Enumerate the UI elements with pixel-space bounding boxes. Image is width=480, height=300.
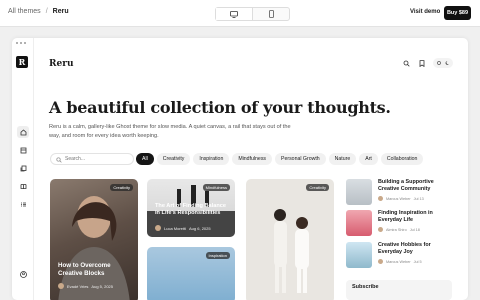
window-dots	[16, 42, 26, 44]
subscribe-box[interactable]: Subscribe	[346, 280, 452, 300]
avatar	[378, 227, 383, 232]
sidebar-post-date: Jul 5	[413, 259, 422, 264]
sidebar-post-title: Building a Supportive Creative Community	[378, 179, 434, 192]
preview-topbar: All themes / Reru Visit demo Buy $89	[0, 0, 480, 27]
filter-chip-mindfulness[interactable]: Mindfulness	[232, 153, 273, 165]
mobile-view-button[interactable]	[253, 8, 289, 20]
post-card-image	[274, 209, 309, 293]
card-date: Aug 5, 2025	[91, 283, 113, 289]
home-icon	[20, 123, 27, 141]
sidebar-post-author: Almira Shiro	[386, 227, 407, 232]
visit-demo-link[interactable]: Visit demo	[410, 9, 440, 15]
post-card[interactable]: Mindfulness The Art of Finding Balance i…	[147, 179, 235, 237]
post-card[interactable]: Creativity	[246, 179, 334, 300]
post-thumbnail	[346, 210, 372, 236]
mobile-icon	[268, 5, 274, 23]
rail-home-button[interactable]	[17, 126, 29, 138]
avatar	[378, 196, 383, 201]
sidebar-post-meta: Marcus Weber Jul 13	[378, 196, 454, 201]
card-tag: Creativity	[306, 184, 329, 191]
card-tag: Mindfulness	[202, 184, 230, 191]
sidebar-post-title: Finding Inspiration in Everyday Life	[378, 210, 433, 223]
post-card-image	[58, 196, 130, 300]
search-field[interactable]	[50, 153, 134, 165]
avatar	[155, 225, 161, 231]
avatar	[58, 283, 64, 289]
card-date: Aug 6, 2025	[189, 225, 211, 231]
rail-list-button[interactable]	[17, 198, 29, 210]
card-tag: Creativity	[110, 184, 133, 191]
intro-text: Reru is a calm, gallery-like Ghost theme…	[49, 124, 291, 139]
post-thumbnail	[346, 179, 372, 205]
sidebar-post-date: Jul 13	[413, 196, 424, 201]
user-icon	[19, 265, 27, 283]
side-rail: R	[12, 38, 34, 300]
card-meta: Evadé Vries Aug 5, 2025	[58, 283, 113, 289]
sidebar-post-meta: Almira Shiro Jul 18	[378, 227, 454, 232]
sidebar-post-author: Marcus Weber	[386, 196, 411, 201]
copy-icon	[20, 159, 27, 177]
site-logo[interactable]: R	[16, 56, 28, 68]
search-icon[interactable]	[401, 58, 411, 68]
sidebar-post-meta: Marcus Weber Jul 5	[378, 259, 454, 264]
filter-chip-art[interactable]: Art	[359, 153, 378, 165]
header-actions	[401, 58, 453, 68]
breadcrumb-all-themes[interactable]: All themes	[8, 8, 41, 15]
desktop-view-button[interactable]	[216, 8, 253, 20]
rail-account-button[interactable]	[17, 268, 29, 280]
filter-chip-nature[interactable]: Nature	[328, 153, 357, 165]
filter-chip-all[interactable]: All	[136, 153, 154, 165]
search-icon	[56, 150, 62, 168]
breadcrumb-separator: /	[45, 8, 48, 15]
desktop-icon	[230, 5, 238, 23]
card-tag: Inspiration	[205, 252, 230, 259]
card-title: The Art of Finding Balance in Life's Res…	[155, 203, 226, 216]
sidebar-post-title: Creative Hobbies for Everyday Joy	[378, 242, 431, 255]
sidebar-post-date: Jul 18	[409, 227, 420, 232]
buy-button[interactable]: Buy $89	[444, 6, 471, 20]
filter-chip-creativity[interactable]: Creativity	[156, 153, 191, 165]
post-card[interactable]: Inspiration	[147, 247, 235, 300]
sidebar-post[interactable]: Creative Hobbies for Everyday Joy Marcus…	[346, 242, 454, 268]
card-title: How to Overcome Creative Blocks	[58, 262, 111, 277]
rail-copy-button[interactable]	[17, 162, 29, 174]
post-card[interactable]: Creativity How to Overcome Creative Bloc…	[50, 179, 138, 300]
list-icon	[20, 195, 27, 213]
book-icon	[20, 177, 27, 195]
theme-toggle-icon[interactable]	[433, 58, 453, 68]
theme-preview-window: R Reru A beautiful collection of your th…	[12, 38, 468, 300]
rail-book-button[interactable]	[17, 180, 29, 192]
avatar	[378, 259, 383, 264]
archive-icon	[20, 141, 27, 159]
breadcrumb-current: Reru	[52, 8, 69, 15]
rail-archive-button[interactable]	[17, 144, 29, 156]
sidebar-post[interactable]: Building a Supportive Creative Community…	[346, 179, 454, 205]
filter-chip-inspiration[interactable]: Inspiration	[193, 153, 230, 165]
post-thumbnail	[346, 242, 372, 268]
breadcrumb: All themes / Reru	[8, 8, 69, 15]
subscribe-label: Subscribe	[352, 284, 379, 290]
search-input[interactable]	[65, 156, 125, 162]
filter-chip-collaboration[interactable]: Collaboration	[380, 153, 424, 165]
card-meta: Luca Moretti Aug 6, 2025	[155, 225, 211, 231]
sidebar-post[interactable]: Finding Inspiration in Everyday Life Alm…	[346, 210, 454, 236]
sidebar-post-author: Marcus Weber	[386, 259, 411, 264]
filter-chip-personal-growth[interactable]: Personal Growth	[275, 153, 326, 165]
device-switcher	[215, 7, 290, 21]
bookmark-icon[interactable]	[417, 58, 427, 68]
brand-name[interactable]: Reru	[49, 59, 74, 69]
card-author: Luca Moretti	[164, 225, 187, 231]
card-author: Evadé Vries	[67, 283, 89, 289]
filter-chips: All Creativity Inspiration Mindfulness P…	[136, 153, 424, 165]
page-title: A beautiful collection of your thoughts.	[49, 98, 391, 117]
